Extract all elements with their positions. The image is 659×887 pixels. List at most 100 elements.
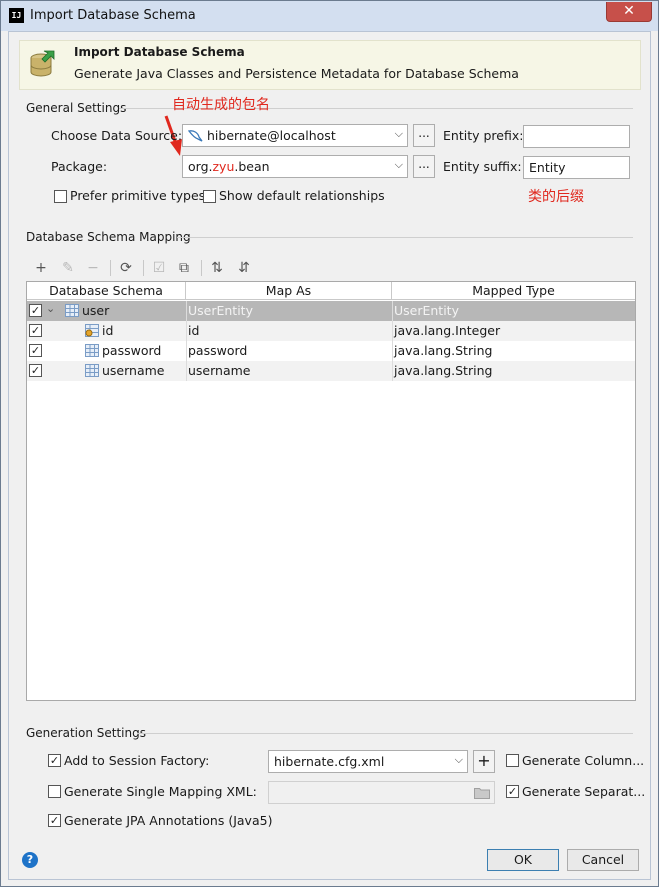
mysql-dolphin-icon [188,130,203,142]
expand-all-icon[interactable]: ⇅ [208,259,226,277]
row-map-as[interactable]: password [188,343,247,358]
column-header-mapped-type[interactable]: Mapped Type [392,282,635,300]
close-button[interactable]: ✕ [606,2,652,22]
row-mapped-type[interactable]: java.lang.String [394,363,492,378]
cell-separator [392,321,393,341]
cell-separator [186,321,187,341]
package-annotation: 自动生成的包名 [172,97,270,113]
entity-prefix-input[interactable] [523,125,630,148]
generate-separate-label: Generate Separat... [522,784,646,799]
schema-mapping-table[interactable]: Database Schema Map As Mapped Type ✓ ⌄ u… [26,281,636,701]
single-mapping-label: Generate Single Mapping XML: [64,784,257,799]
toolbar-separator [110,260,111,276]
column-header-map-as[interactable]: Map As [186,282,392,300]
jpa-annotations-label: Generate JPA Annotations (Java5) [64,813,273,828]
remove-icon[interactable]: − [84,259,102,277]
check-all-icon[interactable]: ☑ [150,259,168,277]
collapse-all-icon[interactable]: ⇵ [235,259,253,277]
column-header-schema[interactable]: Database Schema [27,282,186,300]
row-mapped-type[interactable]: UserEntity [394,303,459,318]
dialog-content: Import Database Schema Generate Java Cla… [8,31,651,880]
cell-separator [186,341,187,361]
row-map-as[interactable]: id [188,323,199,338]
add-session-checkbox[interactable]: ✓ [48,754,61,767]
general-settings-label: General Settings [26,101,127,115]
header-title: Import Database Schema [74,45,245,59]
schema-mapping-divider [177,237,633,238]
package-prefix: org. [188,159,213,174]
row-map-as[interactable]: username [188,363,251,378]
package-browse-button[interactable]: ... [413,155,435,178]
show-relationships-checkbox[interactable] [203,190,216,203]
row-mapped-type[interactable]: java.lang.Integer [394,323,500,338]
ok-button[interactable]: OK [487,849,559,871]
prefer-primitive-label: Prefer primitive types [70,188,206,203]
table-row[interactable]: ✓ ⌄ user UserEntity UserEntity [27,301,635,321]
add-icon[interactable]: + [32,259,50,277]
data-source-browse-button[interactable]: ... [413,124,435,147]
cell-separator [186,361,187,381]
row-checkbox[interactable]: ✓ [29,324,42,337]
help-icon[interactable]: ? [22,852,38,868]
package-suffix: .bean [234,159,270,174]
suffix-annotation: 类的后缀 [528,189,584,205]
toolbar-separator [201,260,202,276]
table-row[interactable]: ✓ password password java.lang.String [27,341,635,361]
entity-suffix-value: Entity [529,160,566,175]
row-schema-name: id [102,323,114,338]
generate-separate-checkbox[interactable]: ✓ [506,785,519,798]
edit-icon[interactable]: ✎ [59,259,77,277]
generate-column-checkbox[interactable] [506,754,519,767]
row-checkbox[interactable]: ✓ [29,344,42,357]
header-subtitle: Generate Java Classes and Persistence Me… [74,66,519,81]
entity-suffix-input[interactable]: Entity [523,156,630,179]
generation-settings-divider [137,733,633,734]
row-schema-name: username [102,363,165,378]
chevron-down-icon: ⌵ [454,753,463,766]
add-session-label: Add to Session Factory: [64,753,210,768]
session-factory-combo[interactable]: hibernate.cfg.xml ⌵ [268,750,468,773]
dialog-window: IJ Import Database Schema ✕ Import Datab… [0,0,659,887]
package-label: Package: [51,159,108,174]
toolbar-separator [143,260,144,276]
cell-separator [392,361,393,381]
chevron-down-icon: ⌵ [394,127,403,140]
expand-chevron-icon[interactable]: ⌄ [46,302,55,315]
data-source-label: Choose Data Source: [51,128,183,143]
row-map-as[interactable]: UserEntity [188,303,253,318]
cancel-button[interactable]: Cancel [567,849,639,871]
chevron-down-icon: ⌵ [394,158,403,171]
cell-separator [186,301,187,321]
prefer-primitive-checkbox[interactable] [54,190,67,203]
copy-icon[interactable]: ⧉ [175,259,193,277]
entity-prefix-label: Entity prefix: [443,128,524,143]
generation-settings-label: Generation Settings [26,726,146,740]
row-mapped-type[interactable]: java.lang.String [394,343,492,358]
refresh-icon[interactable]: ⟳ [117,259,135,277]
package-value: org.zyu.bean [188,159,270,174]
entity-suffix-label: Entity suffix: [443,159,522,174]
package-combo[interactable]: org.zyu.bean ⌵ [182,155,408,178]
data-source-value: hibernate@localhost [207,128,336,143]
cell-separator [392,301,393,321]
row-checkbox[interactable]: ✓ [29,304,42,317]
data-source-combo[interactable]: hibernate@localhost ⌵ [182,124,408,147]
folder-icon[interactable] [474,787,490,799]
header-panel: Import Database Schema Generate Java Cla… [19,40,641,90]
package-highlight: zyu [212,159,235,174]
table-row[interactable]: ✓ username username java.lang.String [27,361,635,381]
row-schema-name: password [102,343,162,358]
intellij-icon: IJ [9,8,24,23]
jpa-annotations-checkbox[interactable]: ✓ [48,814,61,827]
single-mapping-checkbox[interactable] [48,785,61,798]
primary-key-column-icon [85,324,99,337]
column-icon [85,364,99,377]
window-title: Import Database Schema [30,8,196,23]
schema-mapping-label: Database Schema Mapping [26,230,191,244]
database-import-icon [30,50,55,77]
single-mapping-path-input[interactable] [268,781,495,804]
row-checkbox[interactable]: ✓ [29,364,42,377]
table-row[interactable]: ✓ id id java.lang.Integer [27,321,635,341]
add-session-factory-button[interactable]: + [473,750,495,773]
column-icon [85,344,99,357]
